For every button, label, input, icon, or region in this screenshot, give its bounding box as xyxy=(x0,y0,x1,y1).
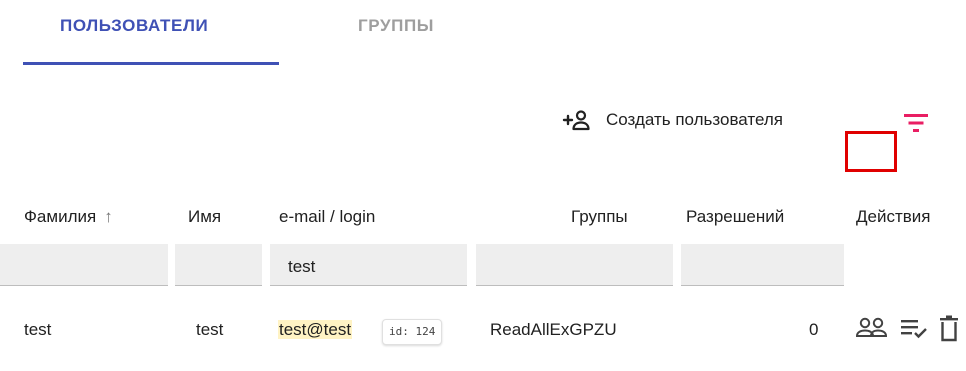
filter-icon xyxy=(904,114,928,132)
permissions-button[interactable] xyxy=(899,314,929,349)
manage-groups-button[interactable] xyxy=(854,314,890,349)
cell-email: test@test xyxy=(278,320,353,340)
table-row[interactable]: test test test@test id: 124 ReadAllExGPZ… xyxy=(0,312,966,352)
filter-groups[interactable] xyxy=(476,244,673,286)
create-user-label: Создать пользователя xyxy=(606,110,783,129)
filter-firstname[interactable] xyxy=(175,244,262,286)
filter-email-input[interactable] xyxy=(270,244,467,286)
filter-lastname[interactable] xyxy=(0,244,168,286)
cell-lastname: test xyxy=(24,320,52,339)
groups-icon xyxy=(855,317,888,337)
trash-icon xyxy=(940,315,958,342)
header-blank-block xyxy=(436,182,462,232)
playlist-check-icon xyxy=(901,320,927,339)
column-permissions[interactable]: Разрешений xyxy=(686,207,784,227)
column-lastname-label: Фамилия xyxy=(24,207,97,226)
column-lastname[interactable]: Фамилия ↑ xyxy=(24,207,113,227)
active-tab-indicator xyxy=(23,62,279,65)
add-person-icon xyxy=(562,110,590,131)
toolbar: Создать пользователя xyxy=(0,103,966,143)
cell-groups: ReadAllExGPZU xyxy=(490,320,617,339)
cell-permissions: 0 xyxy=(809,320,819,339)
column-groups[interactable]: Группы xyxy=(571,207,628,227)
email-match-highlight: test@test xyxy=(278,320,353,339)
column-email[interactable]: e-mail / login xyxy=(279,207,375,227)
filter-button[interactable] xyxy=(900,110,934,138)
cell-firstname: test xyxy=(196,320,224,339)
header-blank-block-small xyxy=(940,227,966,239)
tab-bar: ПОЛЬЗОВАТЕЛИ ГРУППЫ xyxy=(0,0,966,70)
sort-ascending-icon[interactable]: ↑ xyxy=(104,207,113,227)
column-firstname[interactable]: Имя xyxy=(188,207,221,227)
id-badge: id: 124 xyxy=(382,319,443,345)
filter-permissions[interactable] xyxy=(681,244,844,286)
delete-button[interactable] xyxy=(936,314,964,349)
tab-users[interactable]: ПОЛЬЗОВАТЕЛИ xyxy=(60,16,208,38)
column-actions: Действия xyxy=(856,207,931,226)
tab-groups[interactable]: ГРУППЫ xyxy=(358,16,434,38)
highlight-box xyxy=(845,131,897,172)
create-user-button[interactable]: Создать пользователя xyxy=(562,103,783,137)
